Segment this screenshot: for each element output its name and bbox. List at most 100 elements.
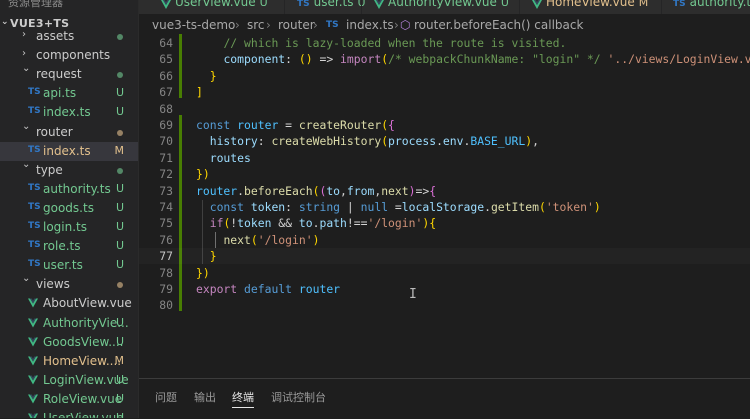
code-editor[interactable]: 64 // which is lazy-loaded when the rout… — [139, 34, 750, 378]
vue-file-icon — [28, 356, 38, 366]
folder-item[interactable]: ⌄ router — [0, 120, 138, 142]
breadcrumb-file[interactable]: index.ts — [346, 18, 394, 32]
tab-status-badge: U — [500, 0, 509, 9]
code-text: router.beforeEach((to,from,next)=>{ — [196, 183, 437, 198]
bottom-panel: 问题 输出 终端 调试控制台 — [139, 378, 750, 419]
ts-file-icon: TS — [28, 87, 41, 98]
breadcrumb-src[interactable]: src — [247, 18, 265, 32]
breadcrumb-symbol[interactable]: router.beforeEach() callback — [414, 18, 583, 32]
line-number: 70 — [159, 134, 173, 149]
ts-file-icon: TS — [326, 20, 339, 30]
vue-file-icon — [28, 375, 38, 385]
ts-file-icon: TS — [28, 144, 41, 155]
file-item[interactable]: AboutView.vue — [0, 294, 138, 313]
file-item[interactable]: TS api.ts U — [0, 84, 138, 103]
file-item[interactable]: LoginView.vue U — [0, 371, 138, 390]
editor-tab-bar: UserView.vueUTSuser.tsUAuthorityView.vue… — [139, 0, 750, 14]
tree-item-label: GoodsView.... — [43, 334, 124, 349]
ts-file-icon: TS — [28, 106, 41, 117]
panel-tab-debug-console[interactable]: 调试控制台 — [271, 389, 326, 405]
tree-item-label: user.ts — [43, 258, 83, 273]
tab-label: AuthorityView.vue — [388, 0, 497, 9]
chevron-down-icon: ⌄ — [22, 63, 31, 75]
editor-tab[interactable]: TSauthority.tsU — [673, 0, 750, 13]
git-status-badge: U — [115, 372, 124, 386]
chevron-down-icon: ⌄ — [22, 120, 31, 132]
editor-tab[interactable]: TSuser.tsU — [297, 0, 366, 13]
git-status-badge: M — [114, 143, 125, 157]
tab-status-badge: U — [259, 0, 268, 9]
git-status-badge: U — [115, 220, 124, 233]
code-line: 70 history: createWebHistory(process.env… — [139, 133, 750, 149]
tree-item-label: type — [36, 162, 63, 177]
line-number: 67 — [159, 85, 173, 100]
tab-separator — [661, 0, 662, 14]
panel-tab-terminal[interactable]: 终端 — [232, 389, 254, 405]
chevron-right-icon: › — [313, 18, 318, 32]
file-item[interactable]: TS index.ts U — [0, 103, 138, 122]
line-number: 65 — [159, 52, 173, 67]
folder-item[interactable]: › assets — [0, 27, 138, 46]
code-line: 69 const router = createRouter({ — [139, 117, 750, 133]
git-status-badge: U — [115, 411, 124, 418]
chevron-right-icon: › — [266, 18, 271, 32]
code-text: ] — [196, 85, 203, 100]
ts-file-icon: TS — [28, 201, 41, 212]
code-line: 79 export default router — [139, 281, 750, 297]
code-text: component: () => import(/* webpackChunkN… — [223, 52, 750, 67]
file-item[interactable]: RoleView.vue U — [0, 390, 138, 409]
line-number: 72 — [159, 167, 173, 182]
git-status-badge: U — [115, 334, 124, 348]
vue-file-icon — [532, 0, 542, 9]
ts-file-icon: TS — [28, 182, 41, 193]
file-item[interactable]: UserView.vue U — [0, 409, 138, 418]
editor-tab[interactable]: UserView.vue U — [161, 0, 268, 13]
code-line: 80 — [139, 297, 750, 313]
file-item[interactable]: TS role.ts U — [0, 237, 138, 256]
breadcrumb: vue3-ts-demo › src › router › TS index.t… — [139, 14, 750, 36]
folder-item[interactable]: ⌄ type — [0, 159, 138, 180]
breadcrumb-router[interactable]: router — [278, 18, 315, 32]
code-line: 67] — [139, 84, 750, 100]
file-item[interactable]: AuthorityVie... U — [0, 314, 138, 333]
panel-tab-problems[interactable]: 问题 — [155, 389, 177, 405]
code-line: 78}) — [139, 265, 750, 281]
vue-file-icon — [161, 0, 171, 9]
tab-status-badge: M — [638, 0, 649, 9]
file-item[interactable]: TS login.ts U — [0, 218, 138, 237]
code-text: export default router — [196, 282, 341, 296]
breadcrumb-project[interactable]: vue3-ts-demo — [152, 18, 235, 32]
ts-file-icon: TS — [673, 0, 686, 9]
code-line: 75 if(!token && to.path!=='/login'){ — [139, 215, 750, 231]
symbol-method-icon: ⬡ — [400, 18, 411, 32]
file-item[interactable]: TS index.ts M — [0, 141, 138, 161]
tree-item-label: HomeView.... — [43, 353, 122, 368]
editor-tab[interactable]: HomeView.vue M — [532, 0, 648, 13]
folder-item[interactable]: ⌄ views — [0, 273, 138, 294]
tree-item-label: login.ts — [43, 220, 88, 234]
folder-item[interactable]: › components — [0, 46, 138, 65]
chevron-down-icon: ⌄ — [22, 273, 31, 285]
code-line: 64 // which is lazy-loaded when the rout… — [139, 35, 750, 51]
git-status-badge: U — [115, 315, 124, 329]
tree-item-label: router — [36, 124, 73, 139]
file-item[interactable]: GoodsView.... U — [0, 333, 138, 352]
code-text: } — [209, 249, 217, 264]
panel-tab-output[interactable]: 输出 — [194, 389, 216, 405]
code-line: 68 — [139, 101, 750, 117]
code-text: // which is lazy-loaded when the route i… — [223, 36, 567, 50]
code-text: const token: string | null =localStorage… — [209, 200, 601, 214]
file-item[interactable]: TS user.ts U — [0, 256, 138, 275]
folder-item[interactable]: ⌄ request — [0, 63, 138, 84]
line-number: 74 — [159, 200, 173, 214]
file-item[interactable]: TS goods.ts U — [0, 199, 138, 218]
file-item[interactable]: TS authority.ts U — [0, 180, 138, 199]
editor-tab[interactable]: AuthorityView.vue U — [374, 0, 509, 13]
tab-label: UserView.vue — [175, 0, 256, 9]
code-text: } — [209, 68, 217, 83]
code-line: 74 const token: string | null =localStor… — [139, 199, 750, 215]
file-item[interactable]: HomeView.... M — [0, 352, 138, 371]
git-status-dot — [117, 129, 123, 136]
code-text: routes — [209, 150, 251, 165]
tree-item-label: authority.ts — [43, 181, 111, 196]
